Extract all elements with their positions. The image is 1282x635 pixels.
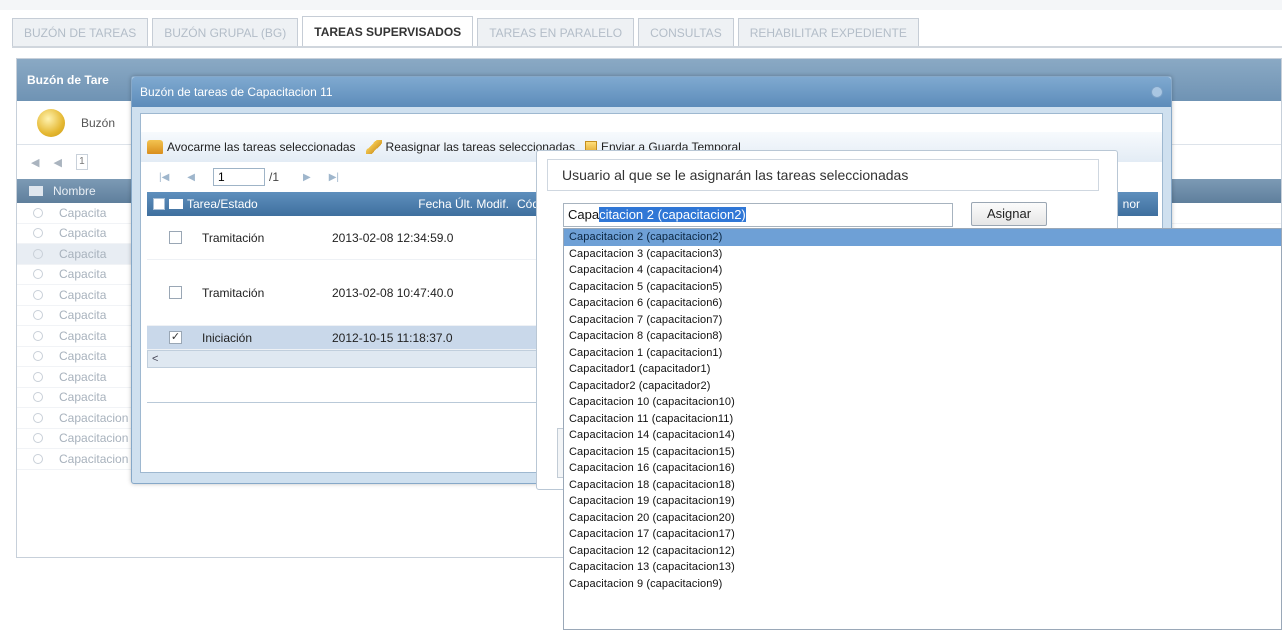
dropdown-option[interactable]: Capacitacion 13 (capacitacion13) — [564, 559, 1281, 576]
dropdown-option[interactable]: Capacitacion 16 (capacitacion16) — [564, 460, 1281, 477]
row-radio[interactable] — [33, 248, 43, 259]
prev-page-icon[interactable]: ◀ — [187, 172, 195, 183]
row-radio[interactable] — [33, 433, 43, 444]
row-checkbox[interactable] — [169, 286, 182, 299]
user-search-input[interactable]: Capacitacion 2 (capacitacion2) — [563, 203, 953, 227]
select-all-checkbox[interactable] — [153, 198, 165, 210]
next-page-icon[interactable]: ▶ — [303, 172, 311, 183]
first-page-icon[interactable]: |◀ — [159, 172, 169, 183]
row-radio[interactable] — [33, 207, 43, 218]
dropdown-option[interactable]: Capacitacion 7 (capacitacion7) — [564, 312, 1281, 329]
last-page-icon[interactable]: ▶| — [329, 172, 339, 183]
dropdown-option[interactable]: Capacitacion 15 (capacitacion15) — [564, 444, 1281, 461]
dropdown-option[interactable]: Capacitacion 3 (capacitacion3) — [564, 246, 1281, 263]
dropdown-option[interactable]: Capacitacion 6 (capacitacion6) — [564, 295, 1281, 312]
pencil-icon — [365, 140, 382, 154]
first-page-icon[interactable]: ◀ — [31, 156, 39, 169]
dropdown-option[interactable]: Capacitacion 9 (capacitacion9) — [564, 576, 1281, 593]
row-radio[interactable] — [33, 330, 43, 341]
user-autocomplete-dropdown: Capacitacion 2 (capacitacion2) Capacitaci… — [563, 228, 1282, 630]
logo-icon — [37, 108, 65, 137]
tab-tareas-en-paralelo[interactable]: TAREAS EN PARALELO — [477, 18, 635, 46]
column-header-fecha[interactable]: Fecha Últ. Modif. — [337, 197, 517, 211]
background-page-input[interactable]: 1 — [75, 154, 88, 170]
row-fecha: 2013-02-08 12:34:59.0 — [332, 230, 454, 245]
modal-title: Buzón de tareas de Capacitacion 11 — [140, 85, 333, 99]
row-fecha: 2012-10-15 11:18:37.0 — [332, 330, 453, 345]
dropdown-option[interactable]: Capacitacion 17 (capacitacion17) — [564, 526, 1281, 543]
top-bar — [0, 0, 1282, 10]
tab-tareas-supervisados[interactable]: TAREAS SUPERVISADOS — [302, 16, 474, 46]
column-header-tarea[interactable]: Tarea/Estado — [187, 197, 337, 211]
row-radio[interactable] — [33, 392, 43, 403]
assign-dialog-label: Usuario al que se le asignarán las tarea… — [547, 159, 1099, 191]
prev-page-icon[interactable]: ◀ — [53, 156, 61, 169]
dropdown-option[interactable]: Capacitacion 1 (capacitacion1) — [564, 345, 1281, 362]
tab-buzón-de-tareas[interactable]: BUZÓN DE TAREAS — [12, 18, 149, 46]
tab-rehabilitar-expediente[interactable]: REHABILITAR EXPEDIENTE — [737, 18, 919, 46]
dropdown-option[interactable]: Capacitacion 19 (capacitacion19) — [564, 493, 1281, 510]
dropdown-option[interactable]: Capacitacion 11 (capacitacion11) — [564, 411, 1281, 428]
row-radio[interactable] — [33, 228, 43, 239]
dropdown-option[interactable]: Capacitacion 10 (capacitacion10) — [564, 394, 1281, 411]
dropdown-option[interactable]: Capacitacion 2 (capacitacion2) — [564, 229, 1281, 246]
user-search-typed: Capa — [568, 207, 600, 222]
row-tarea: Tramitación — [202, 230, 265, 245]
row-radio[interactable] — [33, 453, 43, 464]
user-icon — [147, 140, 163, 154]
scroll-left-icon[interactable]: < — [152, 353, 158, 365]
columns-menu-icon[interactable] — [169, 199, 183, 209]
dropdown-option[interactable]: Capacitacion 18 (capacitacion18) — [564, 477, 1281, 494]
avocarme-button[interactable]: Avocarme las tareas seleccionadas — [147, 140, 356, 154]
user-search-autocomplete: citacion 2 (capacitacion2) — [599, 207, 746, 222]
row-radio[interactable] — [33, 412, 43, 423]
column-header-last[interactable]: nor — [1123, 197, 1140, 211]
dropdown-option[interactable]: Capacitacion 14 (capacitacion14) — [564, 427, 1281, 444]
row-checkbox[interactable]: ✓ — [169, 331, 182, 344]
dropdown-option[interactable]: Capacitador1 (capacitador1) — [564, 361, 1281, 378]
tab-consultas[interactable]: CONSULTAS — [638, 18, 734, 46]
column-header-name[interactable]: Nombre — [53, 184, 96, 198]
modal-title-bar[interactable]: Buzón de tareas de Capacitacion 11 — [132, 77, 1171, 107]
row-tarea: Tramitación — [202, 285, 265, 300]
dropdown-option[interactable]: Capacitacion 8 (capacitacion8) — [564, 328, 1281, 345]
tab-buzón-grupal-bg[interactable]: BUZÓN GRUPAL (BG) — [152, 18, 299, 46]
dropdown-option[interactable]: Capacitacion 12 (capacitacion12) — [564, 543, 1281, 560]
dropdown-option[interactable]: Capacitacion 4 (capacitacion4) — [564, 262, 1281, 279]
close-icon[interactable] — [1151, 86, 1163, 98]
row-radio[interactable] — [33, 310, 43, 321]
select-all-icon[interactable] — [29, 186, 43, 196]
dropdown-option[interactable]: Capacitacion 20 (capacitacion20) — [564, 510, 1281, 527]
row-fecha: 2013-02-08 10:47:40.0 — [332, 285, 454, 300]
main-tabs: BUZÓN DE TAREAS BUZÓN GRUPAL (BG) TAREAS S… — [12, 16, 923, 46]
page-count: /1 — [269, 170, 280, 184]
row-radio[interactable] — [33, 371, 43, 382]
dropdown-option[interactable]: Capacitacion 5 (capacitacion5) — [564, 279, 1281, 296]
page-number-input[interactable] — [213, 168, 265, 186]
tabs-divider — [12, 46, 1282, 48]
avocarme-label: Avocarme las tareas seleccionadas — [167, 140, 356, 154]
row-radio[interactable] — [33, 289, 43, 300]
row-radio[interactable] — [33, 351, 43, 362]
row-checkbox[interactable] — [169, 231, 182, 244]
row-tarea: Iniciación — [202, 330, 253, 345]
row-radio[interactable] — [33, 269, 43, 280]
dropdown-option[interactable]: Capacitador2 (capacitador2) — [564, 378, 1281, 395]
background-toolbar-label: Buzón — [81, 115, 116, 130]
asignar-button[interactable]: Asignar — [971, 202, 1047, 226]
